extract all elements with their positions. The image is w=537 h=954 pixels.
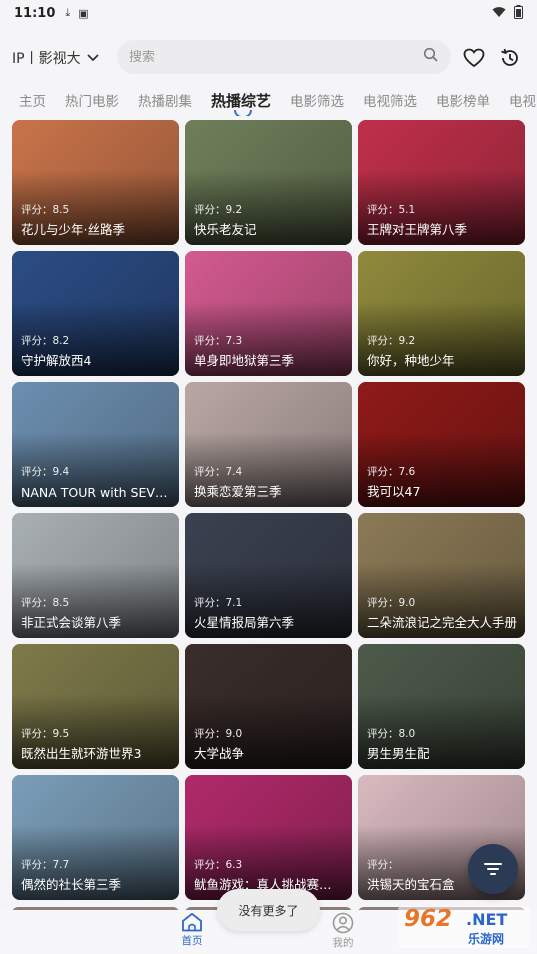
card-rating: 评分：7.7 xyxy=(21,859,70,871)
filter-icon xyxy=(484,863,502,875)
filter-button[interactable] xyxy=(468,844,518,894)
show-card[interactable]: 评分：9.2 快乐老友记 xyxy=(185,120,352,245)
watermark-net: .NET xyxy=(466,910,508,929)
card-title: 偶然的社长第三季 xyxy=(21,877,122,892)
heart-icon xyxy=(463,48,485,68)
card-title: 我可以47 xyxy=(367,484,421,499)
nav-mine[interactable]: 我的 xyxy=(313,912,373,950)
source-label: IP丨影视大 xyxy=(12,51,81,67)
watermark-number: 962 xyxy=(404,906,453,932)
show-card[interactable]: 评分：7.7 偶然的社长第三季 xyxy=(12,775,179,900)
user-icon xyxy=(332,912,354,934)
card-rating: 评分：7.1 xyxy=(194,597,243,609)
tab-4[interactable]: 电影筛选 xyxy=(271,90,344,110)
show-card[interactable]: 评分：8.5 非正式会谈第八季 xyxy=(12,513,179,638)
nav-mine-label: 我的 xyxy=(332,937,354,949)
card-rating: 评分：9.2 xyxy=(367,335,416,347)
favorites-button[interactable] xyxy=(460,44,488,72)
show-card[interactable]: 评分：7.1 火星情报局第六季 xyxy=(185,513,352,638)
card-rating: 评分：9.4 xyxy=(21,466,70,478)
card-title: 非正式会谈第八季 xyxy=(21,615,122,630)
card-rating: 评分： xyxy=(367,859,399,871)
home-icon xyxy=(182,912,202,932)
tab-0[interactable]: 主页 xyxy=(0,90,46,110)
show-card[interactable]: 评分：8.5 花儿与少年·丝路季 xyxy=(12,120,179,245)
card-rating: 评分：5.1 xyxy=(367,204,416,216)
card-rating: 评分：8.2 xyxy=(21,335,70,347)
app-notification-icon: ▣ xyxy=(78,6,89,20)
show-card[interactable]: 评分：9.5 既然出生就环游世界3 xyxy=(12,644,179,769)
card-title: 单身即地狱第三季 xyxy=(194,353,295,368)
card-title: 你好，种地少年 xyxy=(367,353,455,368)
show-card[interactable]: 评分：7.3 单身即地狱第三季 xyxy=(185,251,352,376)
card-title: 快乐老友记 xyxy=(194,222,257,237)
card-rating: 评分：9.2 xyxy=(194,204,243,216)
show-card[interactable]: 评分：9.2 你好，种地少年 xyxy=(358,251,525,376)
card-rating: 评分：6.3 xyxy=(194,859,243,871)
card-rating: 评分：8.5 xyxy=(21,204,70,216)
card-title: 守护解放西4 xyxy=(21,353,92,368)
tab-3[interactable]: 热播综艺 xyxy=(192,90,271,116)
tab-1[interactable]: 热门电影 xyxy=(46,90,119,110)
show-card[interactable]: 评分：9.0 二朵流浪记之完全大人手册 xyxy=(358,513,525,638)
card-title: 大学战争 xyxy=(194,746,245,761)
status-bar: 11:10 ⤓ ▣ xyxy=(0,0,537,26)
search-input[interactable] xyxy=(129,49,423,65)
card-title: 二朵流浪记之完全大人手册 xyxy=(367,615,517,630)
tab-7[interactable]: 电视 xyxy=(490,90,536,110)
card-title: NANA TOUR with SEVENTEEN xyxy=(21,485,171,500)
card-rating: 评分：7.4 xyxy=(194,466,243,478)
search-bar[interactable] xyxy=(117,40,451,74)
history-icon xyxy=(501,48,518,66)
show-card[interactable]: 评分：9.0 大学战争 xyxy=(185,644,352,769)
battery-icon xyxy=(514,4,523,22)
header: IP丨影视大 xyxy=(0,38,537,78)
toast-message: 没有更多了 xyxy=(217,889,320,931)
card-rating: 评分：9.0 xyxy=(367,597,416,609)
search-icon[interactable] xyxy=(423,47,439,67)
nav-home-label: 首页 xyxy=(181,935,203,947)
download-icon: ⤓ xyxy=(65,6,71,19)
show-card[interactable]: 评分：7.6 我可以47 xyxy=(358,382,525,507)
card-title: 换乘恋爱第三季 xyxy=(194,484,282,499)
source-selector[interactable]: IP丨影视大 xyxy=(12,40,108,76)
status-time: 11:10 xyxy=(14,5,56,21)
show-card[interactable]: 评分：9.4 NANA TOUR with SEVENTEEN xyxy=(12,382,179,507)
card-title: 王牌对王牌第八季 xyxy=(367,222,468,237)
show-card[interactable]: 评分：8.0 男生男生配 xyxy=(358,644,525,769)
tab-5[interactable]: 电视筛选 xyxy=(344,90,417,110)
card-rating: 评分：9.0 xyxy=(194,728,243,740)
show-card[interactable]: 评分：5.1 王牌对王牌第八季 xyxy=(358,120,525,245)
tab-2[interactable]: 热播剧集 xyxy=(119,90,192,110)
show-grid: 评分：8.5 花儿与少年·丝路季 评分：9.2 快乐老友记 评分：5.1 王牌对王牌第八季… xyxy=(12,120,526,900)
tab-6[interactable]: 电影榜单 xyxy=(417,90,490,110)
chevron-down-icon xyxy=(86,50,99,66)
history-button[interactable] xyxy=(496,44,524,72)
card-rating: 评分：8.5 xyxy=(21,597,70,609)
show-card[interactable]: 评分：7.4 换乘恋爱第三季 xyxy=(185,382,352,507)
watermark-sub: 乐游网 xyxy=(468,932,505,946)
card-title: 火星情报局第六季 xyxy=(194,615,295,630)
show-card[interactable]: 评分：8.2 守护解放西4 xyxy=(12,251,179,376)
card-rating: 评分：8.0 xyxy=(367,728,416,740)
card-rating: 评分：7.3 xyxy=(194,335,243,347)
card-rating: 评分：9.5 xyxy=(21,728,70,740)
card-title: 既然出生就环游世界3 xyxy=(21,746,142,761)
card-rating: 评分：7.6 xyxy=(367,466,416,478)
card-title: 男生男生配 xyxy=(367,746,430,761)
show-card[interactable]: 评分：6.3 鱿鱼游戏：真人挑战赛第一季 xyxy=(185,775,352,900)
nav-home[interactable]: 首页 xyxy=(162,912,222,948)
category-tabs: 主页 热门电影 热播剧集 热播综艺 电影筛选 电视筛选 电影榜单 电视 xyxy=(0,84,537,116)
card-title: 花儿与少年·丝路季 xyxy=(21,222,125,237)
wifi-icon xyxy=(492,6,506,21)
